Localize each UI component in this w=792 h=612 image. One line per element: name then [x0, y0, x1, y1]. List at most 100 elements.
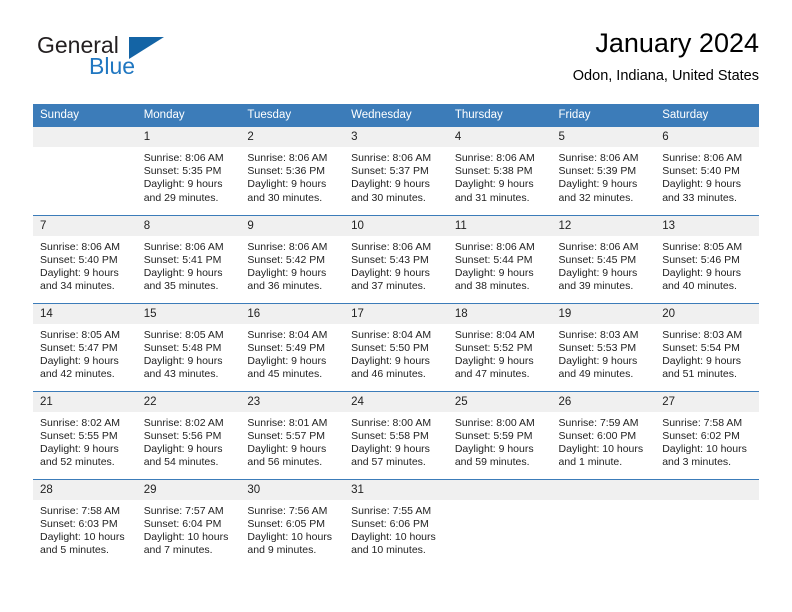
- calendar-day-cell[interactable]: 27 Sunrise: 7:58 AM Sunset: 6:02 PM Dayligh…: [655, 390, 759, 479]
- calendar-grid: Sunday Monday Tuesday Wednesday Thursday…: [33, 104, 759, 567]
- day-details: Sunrise: 8:05 AM Sunset: 5:48 PM Daylight:…: [137, 324, 241, 382]
- calendar-day-cell[interactable]: 19 Sunrise: 8:03 AM Sunset: 5:53 PM Dayligh…: [551, 302, 656, 391]
- sunrise-time: Sunrise: 7:55 AM: [351, 504, 432, 517]
- daylight-duration-line1: Daylight: 9 hours: [558, 354, 638, 367]
- calendar-day-cell[interactable]: 9 Sunrise: 8:06 AM Sunset: 5:42 PM Daylight…: [240, 214, 345, 303]
- title-block: January 2024 Odon, Indiana, United State…: [573, 26, 759, 85]
- day-cell-inner: 3 Sunrise: 8:06 AM Sunset: 5:37 PM Daylight…: [344, 127, 448, 215]
- day-number: 18: [447, 303, 552, 324]
- day-number: 6: [655, 127, 759, 147]
- day-number: 22: [136, 391, 241, 412]
- sunset-time: Sunset: 5:46 PM: [662, 253, 740, 266]
- daylight-duration-line1: Daylight: 9 hours: [143, 178, 223, 191]
- daylight-duration-line1: Daylight: 9 hours: [454, 442, 534, 455]
- calendar-day-cell[interactable]: 23 Sunrise: 8:01 AM Sunset: 5:57 PM Dayligh…: [240, 390, 345, 479]
- day-details: Sunrise: 8:04 AM Sunset: 5:50 PM Daylight:…: [344, 324, 448, 382]
- daylight-duration-line1: Daylight: 9 hours: [247, 354, 327, 367]
- day-cell-inner: 30 Sunrise: 7:56 AM Sunset: 6:05 PM Dayligh…: [240, 479, 345, 568]
- calendar-day-cell[interactable]: 6 Sunrise: 8:06 AM Sunset: 5:40 PM Daylight…: [655, 127, 759, 215]
- calendar-day-cell[interactable]: 16 Sunrise: 8:04 AM Sunset: 5:49 PM Dayligh…: [240, 302, 345, 391]
- day-number: 24: [344, 391, 448, 412]
- day-number: 26: [551, 391, 656, 412]
- calendar-day-cell[interactable]: 26 Sunrise: 7:59 AM Sunset: 6:00 PM Dayligh…: [551, 390, 656, 479]
- day-details: Sunrise: 8:06 AM Sunset: 5:44 PM Daylight:…: [448, 236, 552, 294]
- sunrise-time: Sunrise: 7:56 AM: [247, 504, 328, 517]
- daylight-duration-line1: Daylight: 9 hours: [662, 266, 742, 279]
- calendar-day-cell[interactable]: 14 Sunrise: 8:05 AM Sunset: 5:47 PM Dayligh…: [33, 302, 137, 391]
- day-cell-inner: 18 Sunrise: 8:04 AM Sunset: 5:52 PM Dayligh…: [447, 303, 552, 391]
- calendar-day-cell[interactable]: 21 Sunrise: 8:02 AM Sunset: 5:55 PM Dayligh…: [33, 390, 137, 479]
- calendar-day-cell[interactable]: 8 Sunrise: 8:06 AM Sunset: 5:41 PM Daylight…: [136, 214, 241, 303]
- calendar-day-cell[interactable]: 25 Sunrise: 8:00 AM Sunset: 5:59 PM Dayligh…: [447, 390, 552, 479]
- calendar-day-cell[interactable]: 11 Sunrise: 8:06 AM Sunset: 5:44 PM Dayligh…: [447, 214, 552, 303]
- day-cell-inner: 17 Sunrise: 8:04 AM Sunset: 5:50 PM Dayligh…: [344, 303, 448, 391]
- sunset-time: Sunset: 6:04 PM: [143, 517, 222, 530]
- sunset-time: Sunset: 5:50 PM: [351, 341, 429, 354]
- sunset-time: Sunset: 5:37 PM: [351, 165, 429, 178]
- calendar-day-cell[interactable]: 24 Sunrise: 8:00 AM Sunset: 5:58 PM Dayligh…: [344, 390, 448, 479]
- day-number: [33, 127, 137, 147]
- day-number: 20: [655, 303, 759, 324]
- day-number: 29: [136, 479, 241, 500]
- calendar-week-row: 1 Sunrise: 8:06 AM Sunset: 5:35 PM Daylight…: [33, 127, 759, 215]
- day-number: [447, 479, 552, 500]
- day-number: 3: [344, 127, 448, 147]
- calendar-day-cell[interactable]: 28 Sunrise: 7:58 AM Sunset: 6:03 PM Dayligh…: [33, 478, 137, 568]
- weekday-header-monday: Monday: [136, 104, 241, 127]
- daylight-duration-line2: and 30 minutes.: [351, 191, 426, 204]
- calendar-day-cell[interactable]: 3 Sunrise: 8:06 AM Sunset: 5:37 PM Daylight…: [344, 127, 448, 215]
- calendar-day-cell[interactable]: 12 Sunrise: 8:06 AM Sunset: 5:45 PM Dayligh…: [551, 214, 656, 303]
- calendar-day-cell[interactable]: 31 Sunrise: 7:55 AM Sunset: 6:06 PM Dayligh…: [344, 478, 448, 567]
- calendar-day-cell[interactable]: 15 Sunrise: 8:05 AM Sunset: 5:48 PM Dayligh…: [136, 302, 241, 391]
- sunrise-time: Sunrise: 8:00 AM: [351, 416, 432, 429]
- day-number: [551, 479, 656, 500]
- day-details: Sunrise: 8:06 AM Sunset: 5:40 PM Daylight:…: [33, 236, 137, 294]
- day-number: 1: [136, 127, 241, 147]
- daylight-duration-line2: and 57 minutes.: [351, 456, 426, 469]
- day-details: Sunrise: 7:58 AM Sunset: 6:03 PM Daylight:…: [33, 500, 137, 558]
- calendar-day-cell[interactable]: 17 Sunrise: 8:04 AM Sunset: 5:50 PM Dayligh…: [344, 302, 448, 391]
- calendar-day-cell[interactable]: 30 Sunrise: 7:56 AM Sunset: 6:05 PM Dayligh…: [240, 478, 345, 568]
- day-details: Sunrise: 8:02 AM Sunset: 5:56 PM Daylight:…: [137, 412, 241, 470]
- sunset-time: Sunset: 6:06 PM: [351, 517, 429, 530]
- daylight-duration-line2: and 35 minutes.: [143, 280, 219, 293]
- calendar-day-cell[interactable]: 10 Sunrise: 8:06 AM Sunset: 5:43 PM Dayligh…: [344, 214, 448, 303]
- calendar-day-cell[interactable]: 13 Sunrise: 8:05 AM Sunset: 5:46 PM Dayligh…: [655, 214, 759, 303]
- weekday-header-tuesday: Tuesday: [240, 104, 345, 127]
- calendar-day-cell[interactable]: 7 Sunrise: 8:06 AM Sunset: 5:40 PM Daylight…: [33, 214, 137, 303]
- calendar-day-cell[interactable]: 1 Sunrise: 8:06 AM Sunset: 5:35 PM Daylight…: [136, 127, 241, 215]
- sunrise-time: Sunrise: 8:04 AM: [454, 328, 535, 341]
- calendar-day-cell[interactable]: 2 Sunrise: 8:06 AM Sunset: 5:36 PM Daylight…: [240, 127, 345, 215]
- calendar-day-cell[interactable]: 22 Sunrise: 8:02 AM Sunset: 5:56 PM Dayligh…: [136, 390, 241, 479]
- calendar-day-cell[interactable]: 5 Sunrise: 8:06 AM Sunset: 5:39 PM Daylight…: [551, 127, 656, 215]
- calendar-day-cell[interactable]: 18 Sunrise: 8:04 AM Sunset: 5:52 PM Dayligh…: [447, 302, 552, 391]
- sunset-time: Sunset: 5:55 PM: [40, 429, 118, 442]
- day-cell-inner: 28 Sunrise: 7:58 AM Sunset: 6:03 PM Dayligh…: [33, 479, 137, 568]
- sunset-time: Sunset: 5:40 PM: [40, 253, 118, 266]
- daylight-duration-line2: and 37 minutes.: [351, 280, 426, 293]
- calendar-day-cell[interactable]: 4 Sunrise: 8:06 AM Sunset: 5:38 PM Daylight…: [447, 127, 552, 215]
- sunrise-time: Sunrise: 8:06 AM: [351, 240, 432, 253]
- sunrise-time: Sunrise: 8:02 AM: [143, 416, 224, 429]
- calendar-day-cell[interactable]: 29 Sunrise: 7:57 AM Sunset: 6:04 PM Dayligh…: [136, 478, 241, 568]
- daylight-duration-line1: Daylight: 9 hours: [351, 442, 430, 455]
- day-number: 2: [240, 127, 345, 147]
- daylight-duration-line2: and 47 minutes.: [454, 368, 530, 381]
- calendar-day-cell-empty: [655, 478, 759, 567]
- weekday-header-thursday: Thursday: [447, 104, 552, 127]
- day-number: 27: [655, 391, 759, 412]
- day-details: Sunrise: 8:06 AM Sunset: 5:39 PM Daylight:…: [552, 147, 656, 205]
- day-number: 16: [240, 303, 345, 324]
- day-cell-inner: 29 Sunrise: 7:57 AM Sunset: 6:04 PM Dayligh…: [136, 479, 241, 568]
- daylight-duration-line2: and 46 minutes.: [351, 368, 426, 381]
- sunrise-time: Sunrise: 8:02 AM: [40, 416, 120, 429]
- day-details: Sunrise: 8:06 AM Sunset: 5:38 PM Daylight:…: [448, 147, 552, 205]
- day-cell-inner: 13 Sunrise: 8:05 AM Sunset: 5:46 PM Dayligh…: [655, 215, 759, 303]
- sunrise-time: Sunrise: 8:06 AM: [143, 240, 224, 253]
- calendar-day-cell[interactable]: 20 Sunrise: 8:03 AM Sunset: 5:54 PM Dayligh…: [655, 302, 759, 391]
- general-blue-logo[interactable]: General Blue: [33, 32, 253, 92]
- day-details: Sunrise: 7:55 AM Sunset: 6:06 PM Daylight:…: [344, 500, 448, 558]
- day-cell-inner: 5 Sunrise: 8:06 AM Sunset: 5:39 PM Daylight…: [551, 127, 656, 215]
- weekday-header-row: Sunday Monday Tuesday Wednesday Thursday…: [33, 104, 759, 127]
- day-cell-inner: 2 Sunrise: 8:06 AM Sunset: 5:36 PM Daylight…: [240, 127, 345, 215]
